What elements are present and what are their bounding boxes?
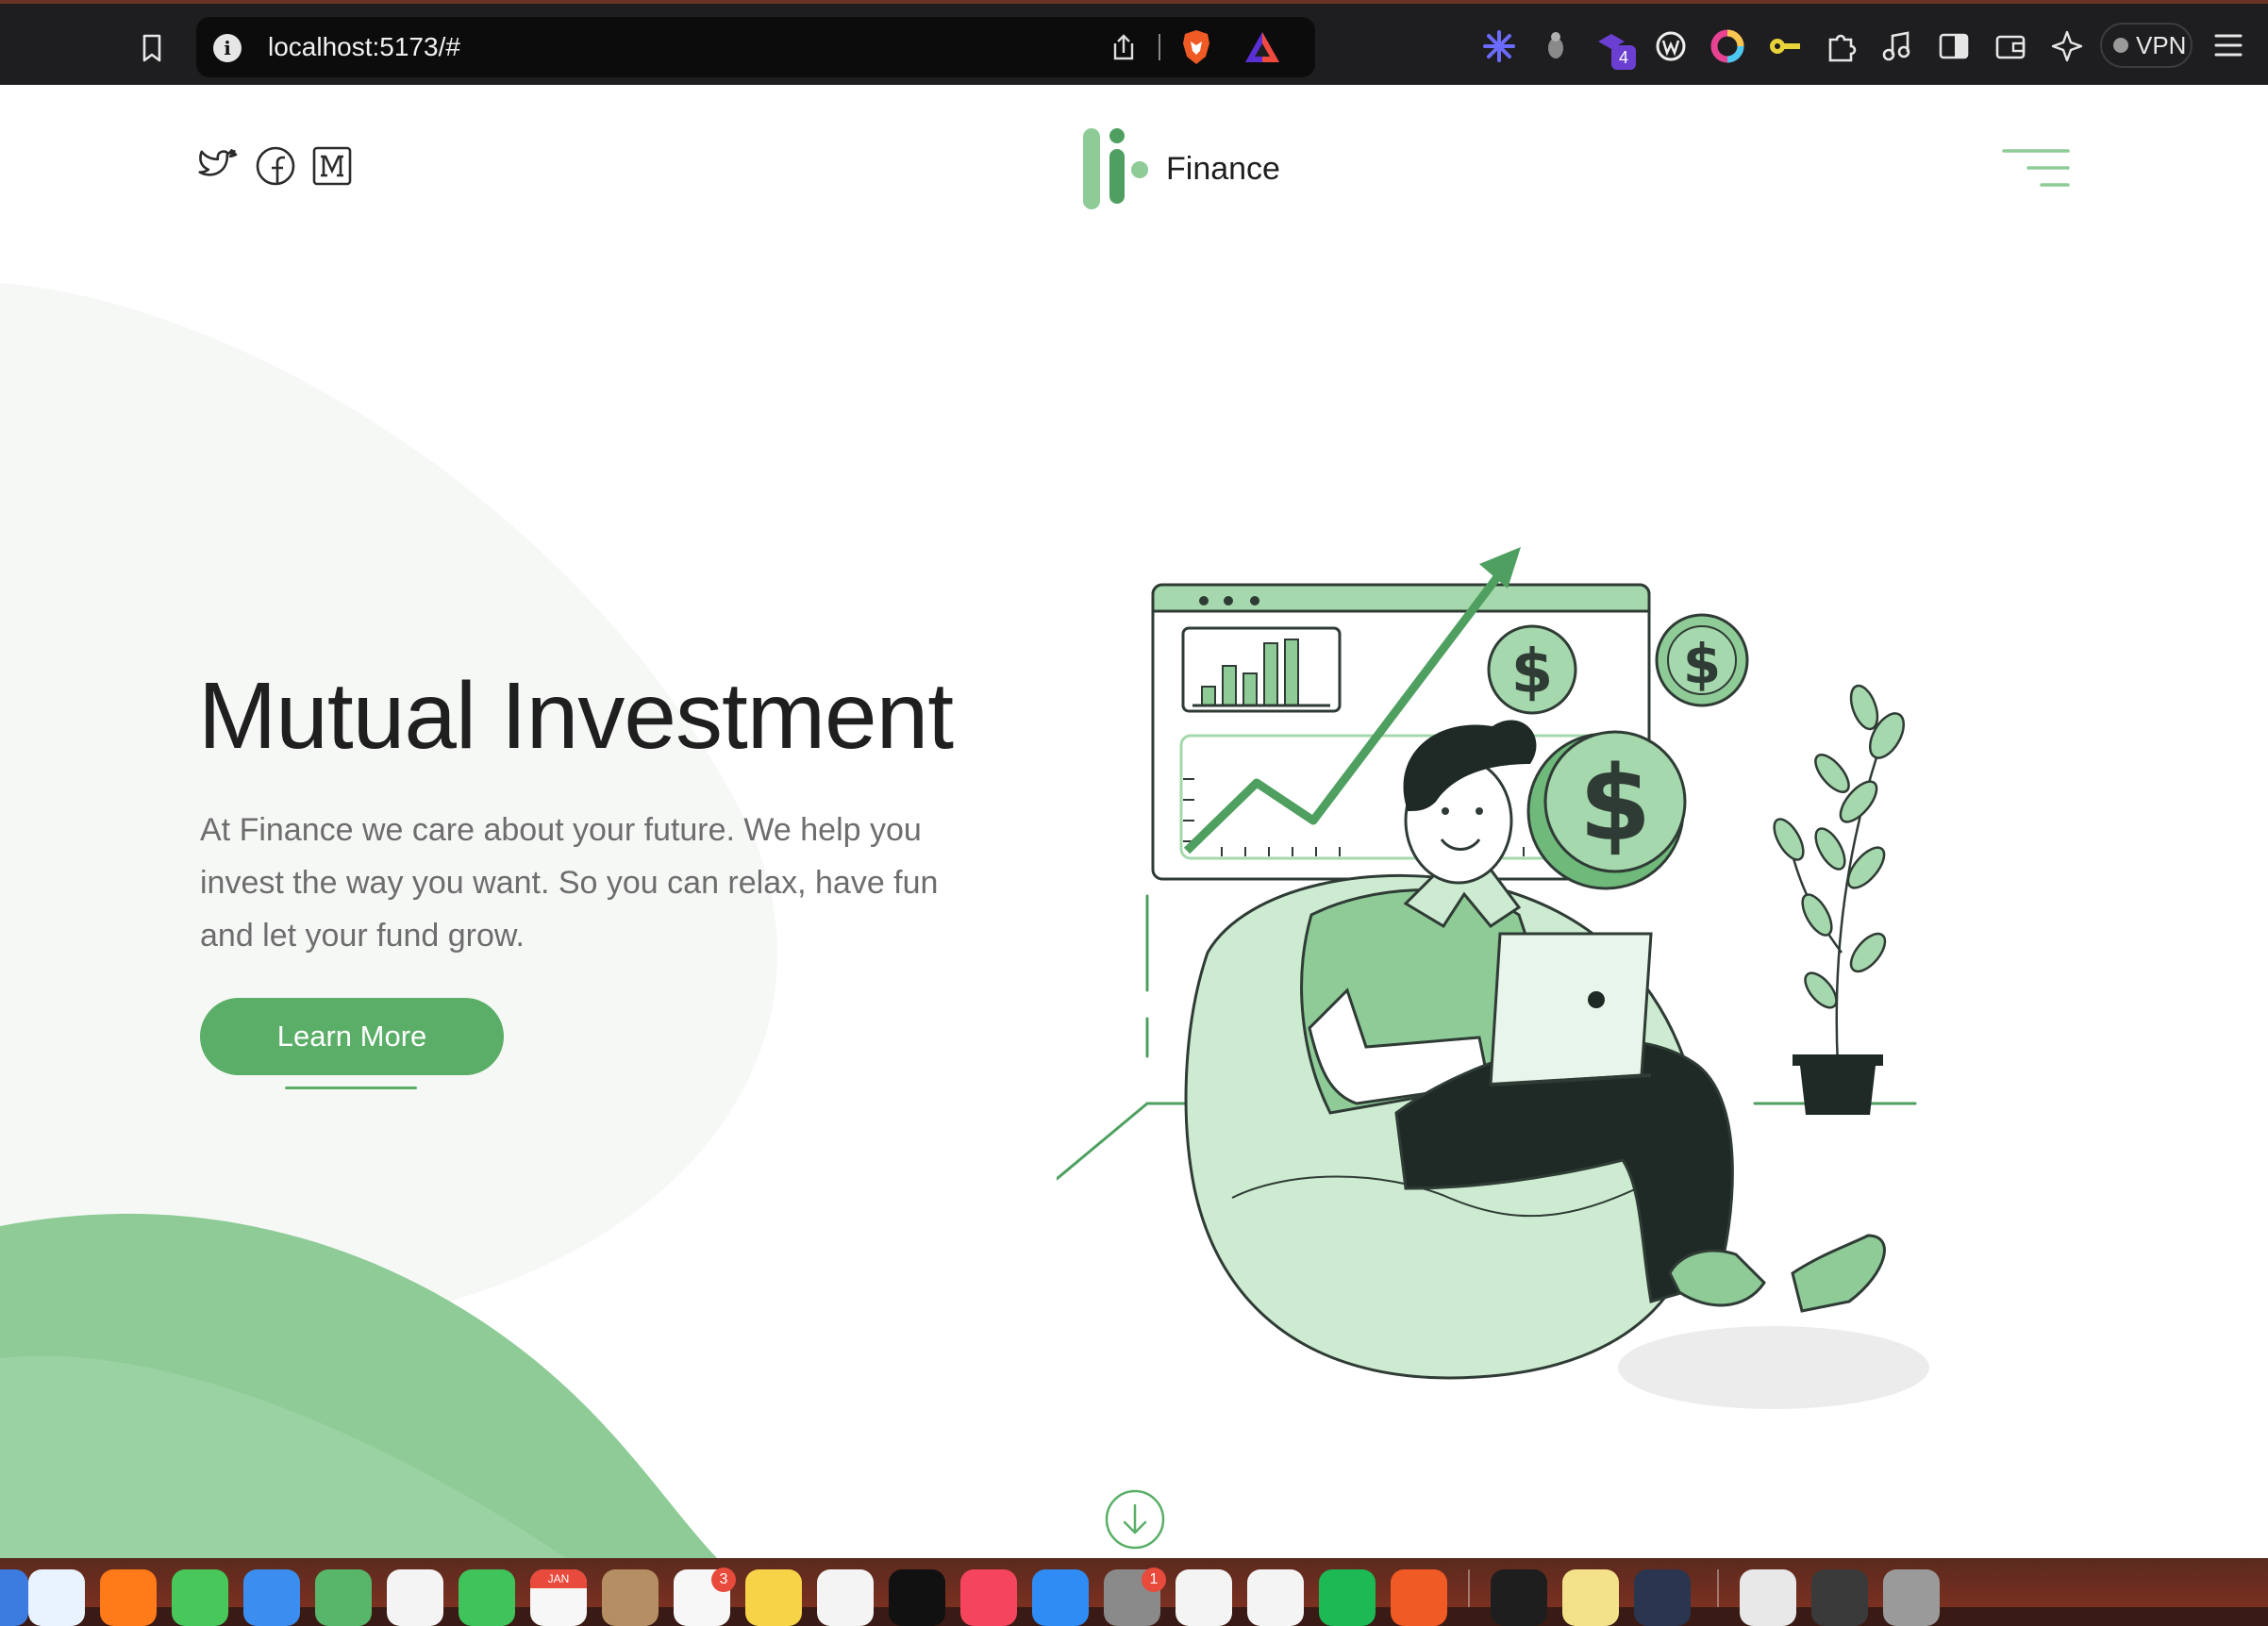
screenshots-stack-icon[interactable] <box>1811 1569 1868 1626</box>
vpn-label: VPN <box>2136 31 2187 59</box>
music-icon[interactable] <box>960 1569 1017 1626</box>
brand-name[interactable]: Finance <box>1166 151 1280 188</box>
dock-divider <box>1717 1569 1719 1607</box>
settings-badge: 1 <box>1142 1568 1166 1592</box>
calendar-month: JAN <box>530 1569 587 1588</box>
maps-icon[interactable] <box>315 1569 372 1626</box>
learn-more-button[interactable]: Learn More <box>200 998 504 1075</box>
photos-icon[interactable] <box>387 1569 443 1626</box>
button-underline <box>285 1087 417 1089</box>
scroll-down-icon[interactable] <box>1104 1488 1166 1551</box>
app-store-icon[interactable] <box>1032 1569 1089 1626</box>
sparkle-icon[interactable] <box>2049 28 2085 64</box>
key-icon[interactable] <box>1766 28 1802 64</box>
browser-toolbar: i localhost:5173/# 4 VPN <box>0 0 2268 85</box>
wallet-icon[interactable] <box>1993 28 2028 64</box>
finder-icon[interactable] <box>0 1569 28 1626</box>
share-icon[interactable] <box>1109 32 1138 62</box>
menu-icon[interactable] <box>2213 32 2243 58</box>
dock-divider <box>1468 1569 1470 1607</box>
hero-description: At Finance we care about your future. We… <box>200 812 939 954</box>
spotify-icon[interactable] <box>1319 1569 1376 1626</box>
hamburger-menu-icon[interactable] <box>2000 147 2072 189</box>
firefox-icon[interactable] <box>100 1569 157 1626</box>
extension-badge: 4 <box>1611 45 1636 70</box>
medium-icon[interactable] <box>311 145 353 187</box>
svg-text:$: $ <box>1511 638 1554 707</box>
stickies-icon[interactable] <box>1562 1569 1619 1626</box>
url-text[interactable]: localhost:5173/# <box>268 32 460 62</box>
svg-text:$: $ <box>1683 632 1721 696</box>
wireguard-icon[interactable] <box>1634 1569 1691 1626</box>
facebook-icon[interactable] <box>255 145 296 187</box>
facetime-icon[interactable] <box>459 1569 515 1626</box>
address-bar[interactable]: i localhost:5173/# <box>196 17 1315 77</box>
hero-title: Mutual Investment <box>198 663 954 769</box>
macos-dock: JAN 3 1 <box>0 1558 2268 1626</box>
asterisk-icon[interactable] <box>1481 28 1517 64</box>
vpn-button[interactable]: VPN <box>2100 23 2193 68</box>
w-icon[interactable] <box>1653 28 1689 64</box>
reminders-badge: 3 <box>711 1568 736 1592</box>
color-wheel-icon[interactable] <box>1709 28 1745 64</box>
web-page: Finance Mutual Investment At Finance we … <box>0 85 2268 1558</box>
brave-browser-icon[interactable] <box>1391 1569 1447 1626</box>
bookmark-icon[interactable] <box>136 32 168 64</box>
puzzle-badge-icon[interactable]: 4 <box>1594 28 1636 70</box>
bug-icon[interactable] <box>1538 28 1574 64</box>
site-info-icon[interactable]: i <box>213 34 242 62</box>
terminal-icon[interactable] <box>1491 1569 1547 1626</box>
investor-illustration: $ $ $ <box>1057 547 1929 1409</box>
slack-icon[interactable] <box>1176 1569 1232 1626</box>
messages-icon[interactable] <box>172 1569 228 1626</box>
twitter-icon[interactable] <box>198 145 240 187</box>
contacts-icon[interactable] <box>602 1569 659 1626</box>
vpn-status-icon <box>2113 38 2128 53</box>
svg-text:$: $ <box>1579 743 1652 864</box>
brave-shields-icon[interactable] <box>1179 28 1213 66</box>
sidebar-icon[interactable] <box>1936 28 1972 64</box>
brave-rewards-icon[interactable] <box>1243 30 1281 64</box>
divider <box>1159 34 1160 60</box>
mail-icon[interactable] <box>243 1569 300 1626</box>
music-note-icon[interactable] <box>1879 28 1915 64</box>
downloads-stack-icon[interactable] <box>1740 1569 1796 1626</box>
apple-tv-icon[interactable] <box>889 1569 945 1626</box>
trash-icon[interactable] <box>1883 1569 1940 1626</box>
vscode-icon[interactable] <box>1247 1569 1304 1626</box>
safari-icon[interactable] <box>28 1569 85 1626</box>
notes-icon[interactable] <box>745 1569 802 1626</box>
extensions-icon[interactable] <box>1823 28 1859 64</box>
finance-logo[interactable] <box>1083 128 1149 211</box>
freeform-icon[interactable] <box>817 1569 874 1626</box>
calendar-icon[interactable]: JAN <box>530 1569 587 1626</box>
